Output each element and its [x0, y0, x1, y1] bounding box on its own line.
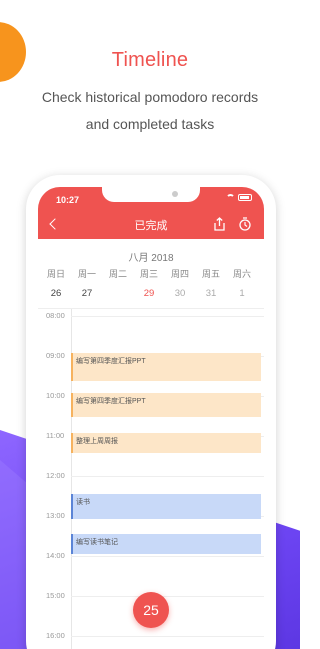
weekday-mon: 周一 — [77, 269, 96, 279]
weekday-sat: 周六 — [232, 269, 251, 279]
status-icons — [226, 194, 252, 201]
weekday-wed: 周三 — [139, 269, 158, 279]
page: Timeline Check historical pomodoro recor… — [0, 0, 300, 649]
task-block[interactable]: 编写第四季度汇报PPT — [71, 393, 261, 417]
pomodoro-timer-button[interactable]: 25 — [133, 592, 169, 628]
day-30[interactable]: 30 — [165, 285, 195, 303]
timer-icon[interactable] — [238, 217, 252, 231]
hour-label: 11:00 — [46, 431, 67, 440]
hour-label: 13:00 — [46, 511, 67, 520]
hour-row: 16:00 — [38, 631, 264, 640]
weekday-fri: 周五 — [201, 269, 220, 279]
weekday-tue: 周二 — [108, 269, 127, 279]
battery-icon — [238, 194, 252, 201]
hour-label: 08:00 — [46, 311, 67, 320]
day-29[interactable]: 29 — [134, 285, 164, 303]
hour-label: 10:00 — [46, 391, 67, 400]
header-title: 已完成 — [134, 220, 168, 232]
hero-subtitle-line1: Check historical pomodoro records — [41, 89, 259, 105]
day-28-selected[interactable]: 28 — [103, 285, 133, 303]
share-icon[interactable] — [213, 217, 226, 231]
day-1[interactable]: 1 — [227, 285, 257, 303]
phone-screen: 10:27 已完成 八月 2018 周日 周一 周二 周三 周四 周五 周六 2… — [38, 187, 264, 649]
day-27[interactable]: 27 — [72, 285, 102, 303]
day-26[interactable]: 26 — [41, 285, 71, 303]
hero-subtitle: Check historical pomodoro records and co… — [0, 84, 300, 138]
hour-row: 12:00 — [38, 471, 264, 480]
hour-row: 14:00 — [38, 551, 264, 560]
wifi-icon — [226, 194, 235, 201]
app-header: 10:27 已完成 — [38, 187, 264, 239]
hour-row: 08:00 — [38, 311, 264, 320]
task-block[interactable]: 整理上周周报 — [71, 433, 261, 453]
notch — [102, 187, 200, 202]
camera-dot — [172, 191, 178, 197]
day-31[interactable]: 31 — [196, 285, 226, 303]
month-label: 八月 2018 — [128, 253, 174, 264]
hour-label: 12:00 — [46, 471, 67, 480]
hour-label: 16:00 — [46, 631, 67, 640]
status-time: 10:27 — [56, 195, 80, 205]
task-block[interactable]: 编写读书笔记 — [71, 534, 261, 554]
task-block[interactable]: 编写第四季度汇报PPT — [71, 353, 261, 381]
hour-label: 09:00 — [46, 351, 67, 360]
hero-subtitle-line2: and completed tasks — [85, 116, 215, 132]
weekday-thu: 周四 — [170, 269, 189, 279]
hero-title: Timeline — [111, 49, 189, 71]
task-block[interactable]: 读书 — [71, 494, 261, 519]
weekday-sun: 周日 — [46, 269, 65, 279]
hour-label: 14:00 — [46, 551, 67, 560]
hour-label: 15:00 — [46, 591, 67, 600]
